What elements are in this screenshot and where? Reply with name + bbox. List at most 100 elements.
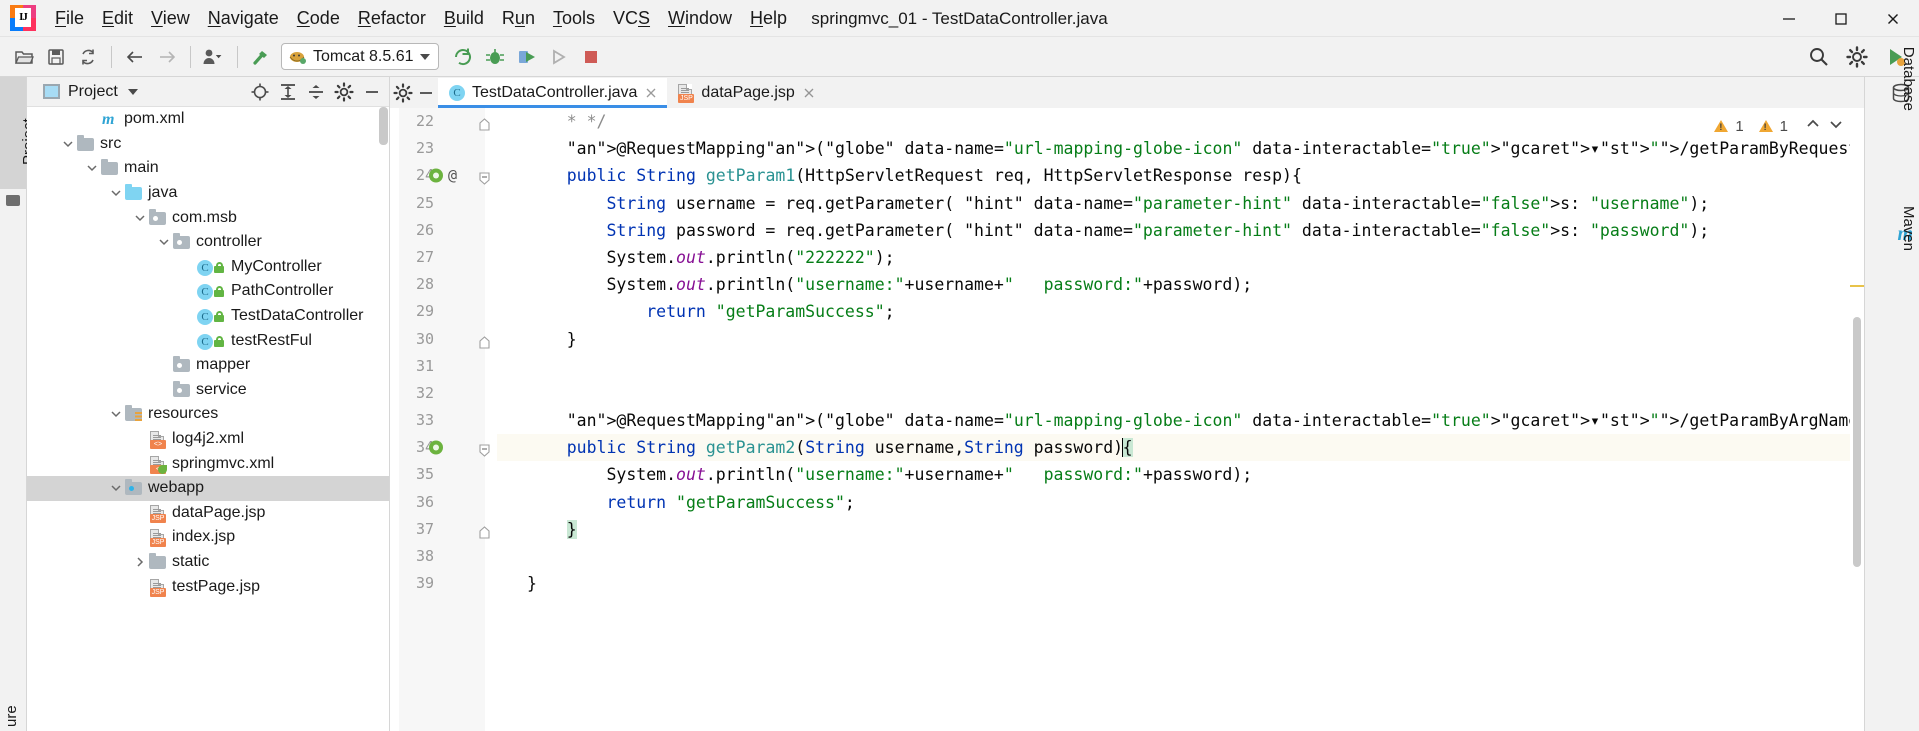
hide-panel-icon[interactable]: [359, 79, 385, 105]
code-line-38[interactable]: [497, 543, 1864, 570]
code-content[interactable]: * */ "an">@RequestMapping"an">("globe" d…: [497, 108, 1864, 731]
tree-node-springmvc-xml[interactable]: < springmvc.xml: [27, 451, 389, 476]
tree-node-pom-xml[interactable]: m pom.xml: [27, 107, 389, 132]
stripe-button-project[interactable]: Project: [0, 77, 37, 189]
code-line-37[interactable]: }: [497, 516, 1864, 543]
fold-start-icon[interactable]: [477, 168, 492, 186]
gutter-line-26[interactable]: 26: [390, 217, 497, 244]
close-icon[interactable]: [1867, 0, 1919, 37]
tree-node-java[interactable]: java: [27, 181, 389, 206]
code-line-33[interactable]: "an">@RequestMapping"an">("globe" data-n…: [497, 407, 1864, 434]
tree-node-service[interactable]: service: [27, 378, 389, 403]
gutter-line-36[interactable]: 36: [390, 489, 497, 516]
project-view-chevron-down-icon[interactable]: [127, 88, 138, 95]
gutter-line-31[interactable]: 31: [390, 353, 497, 380]
build-project-icon[interactable]: [245, 41, 277, 73]
close-icon[interactable]: [802, 86, 816, 100]
stripe-button-maven[interactable]: m Maven: [1865, 206, 1919, 337]
chevron-down-icon[interactable]: [155, 230, 173, 254]
tree-node-log4j2-xml[interactable]: <> log4j2.xml: [27, 427, 389, 452]
chevron-down-icon[interactable]: [107, 476, 125, 500]
editor-vertical-scrollbar-thumb[interactable]: [1853, 317, 1861, 567]
gutter-line-29[interactable]: 29: [390, 298, 497, 325]
chevron-down-icon[interactable]: [83, 156, 101, 180]
marker-tick-warning[interactable]: [1850, 285, 1864, 287]
menu-tools[interactable]: Tools: [544, 5, 604, 31]
tree-node-com-msb[interactable]: com.msb: [27, 205, 389, 230]
minimize-icon[interactable]: [1763, 0, 1815, 37]
tree-node-webapp[interactable]: webapp: [27, 475, 389, 501]
code-line-36[interactable]: return "getParamSuccess";: [497, 489, 1864, 516]
gutter-line-22[interactable]: 22: [390, 108, 497, 135]
fold-end-icon[interactable]: [477, 522, 492, 539]
code-line-23[interactable]: "an">@RequestMapping"an">("globe" data-n…: [497, 135, 1864, 162]
gutter-line-28[interactable]: 28: [390, 271, 497, 298]
code-line-35[interactable]: System.out.println("username:"+username+…: [497, 461, 1864, 488]
menu-refactor[interactable]: Refactor: [349, 5, 435, 31]
open-project-icon[interactable]: [8, 41, 40, 73]
code-line-26[interactable]: String password = req.getParameter( "hin…: [497, 217, 1864, 244]
project-tree-scrollbar[interactable]: [379, 107, 388, 145]
gutter-line-34[interactable]: 34: [390, 434, 497, 461]
editor-marker-bar[interactable]: [1850, 139, 1864, 731]
editor-gutter[interactable]: 22 23 24 @ 25 26 27 28 29 30 31 32 33 34 35 36 37 38 39: [390, 108, 497, 731]
code-line-22[interactable]: * */: [497, 108, 1864, 135]
tree-node-static[interactable]: static: [27, 550, 389, 575]
navigate-back-icon[interactable]: [119, 41, 151, 73]
project-options-gear-icon-2[interactable]: [393, 82, 413, 103]
tree-node-index-jsp[interactable]: JSP index.jsp: [27, 525, 389, 550]
tree-node-pathcontroller[interactable]: C PathController: [27, 279, 389, 304]
menu-navigate[interactable]: Navigate: [199, 5, 288, 31]
inspections-widget[interactable]: 1 1: [1714, 116, 1844, 136]
tree-node-resources[interactable]: resources: [27, 402, 389, 427]
menu-view[interactable]: View: [142, 5, 199, 31]
collapse-all-icon[interactable]: [303, 79, 329, 105]
stop-icon[interactable]: [575, 41, 607, 73]
chevron-down-icon[interactable]: [59, 132, 77, 156]
menu-edit[interactable]: Edit: [93, 5, 142, 31]
gutter-line-32[interactable]: 32: [390, 380, 497, 407]
code-line-32[interactable]: [497, 380, 1864, 407]
menu-window[interactable]: Window: [659, 5, 741, 31]
rerun-icon[interactable]: [447, 41, 479, 73]
fold-start-icon[interactable]: [477, 440, 492, 457]
code-line-39[interactable]: }: [497, 570, 1864, 597]
next-highlight-chevron-down-icon[interactable]: [1828, 116, 1844, 136]
code-line-29[interactable]: return "getParamSuccess";: [497, 298, 1864, 325]
tree-node-testdatacontroller[interactable]: C TestDataController: [27, 304, 389, 329]
editor-tab-datapage-jsp[interactable]: JSP dataPage.jsp: [667, 78, 825, 108]
maximize-icon[interactable]: [1815, 0, 1867, 37]
gutter-line-33[interactable]: 33: [390, 407, 497, 434]
menu-run[interactable]: Run: [493, 5, 544, 31]
gutter-line-30[interactable]: 30: [390, 326, 497, 353]
gutter-line-35[interactable]: 35: [390, 461, 497, 488]
select-opened-file-icon[interactable]: [247, 79, 273, 105]
tree-node-src[interactable]: src: [27, 132, 389, 157]
code-line-30[interactable]: }: [497, 326, 1864, 353]
code-line-24[interactable]: public String getParam1(HttpServletReque…: [497, 162, 1864, 189]
menu-file[interactable]: File: [46, 5, 93, 31]
code-line-28[interactable]: System.out.println("username:"+username+…: [497, 271, 1864, 298]
profiles-icon[interactable]: [198, 41, 230, 73]
gutter-line-25[interactable]: 25: [390, 190, 497, 217]
navigate-forward-icon[interactable]: [151, 41, 183, 73]
tree-node-datapage-jsp[interactable]: JSP dataPage.jsp: [27, 501, 389, 526]
spring-bean-icon[interactable]: [427, 166, 447, 185]
hide-panel-icon-2[interactable]: [417, 83, 435, 103]
fold-end-icon[interactable]: [477, 114, 492, 131]
project-options-gear-icon[interactable]: [331, 79, 357, 105]
previous-highlight-chevron-up-icon[interactable]: [1805, 116, 1821, 136]
menu-vcs[interactable]: VCS: [604, 5, 659, 31]
tree-node-testrestful[interactable]: CtestRestFul: [27, 328, 389, 353]
close-icon[interactable]: [644, 86, 658, 100]
gutter-line-27[interactable]: 27: [390, 244, 497, 271]
expand-all-icon[interactable]: [275, 79, 301, 105]
fold-end-icon[interactable]: [477, 332, 492, 349]
gutter-line-38[interactable]: 38: [390, 543, 497, 570]
chevron-right-icon[interactable]: [131, 550, 149, 574]
run-configuration-selector[interactable]: Tomcat 8.5.61: [281, 43, 439, 70]
code-line-34[interactable]: public String getParam2(String username,…: [497, 434, 1864, 462]
save-all-icon[interactable]: [40, 41, 72, 73]
chevron-down-icon[interactable]: [107, 181, 125, 205]
chevron-down-icon[interactable]: [107, 402, 125, 426]
